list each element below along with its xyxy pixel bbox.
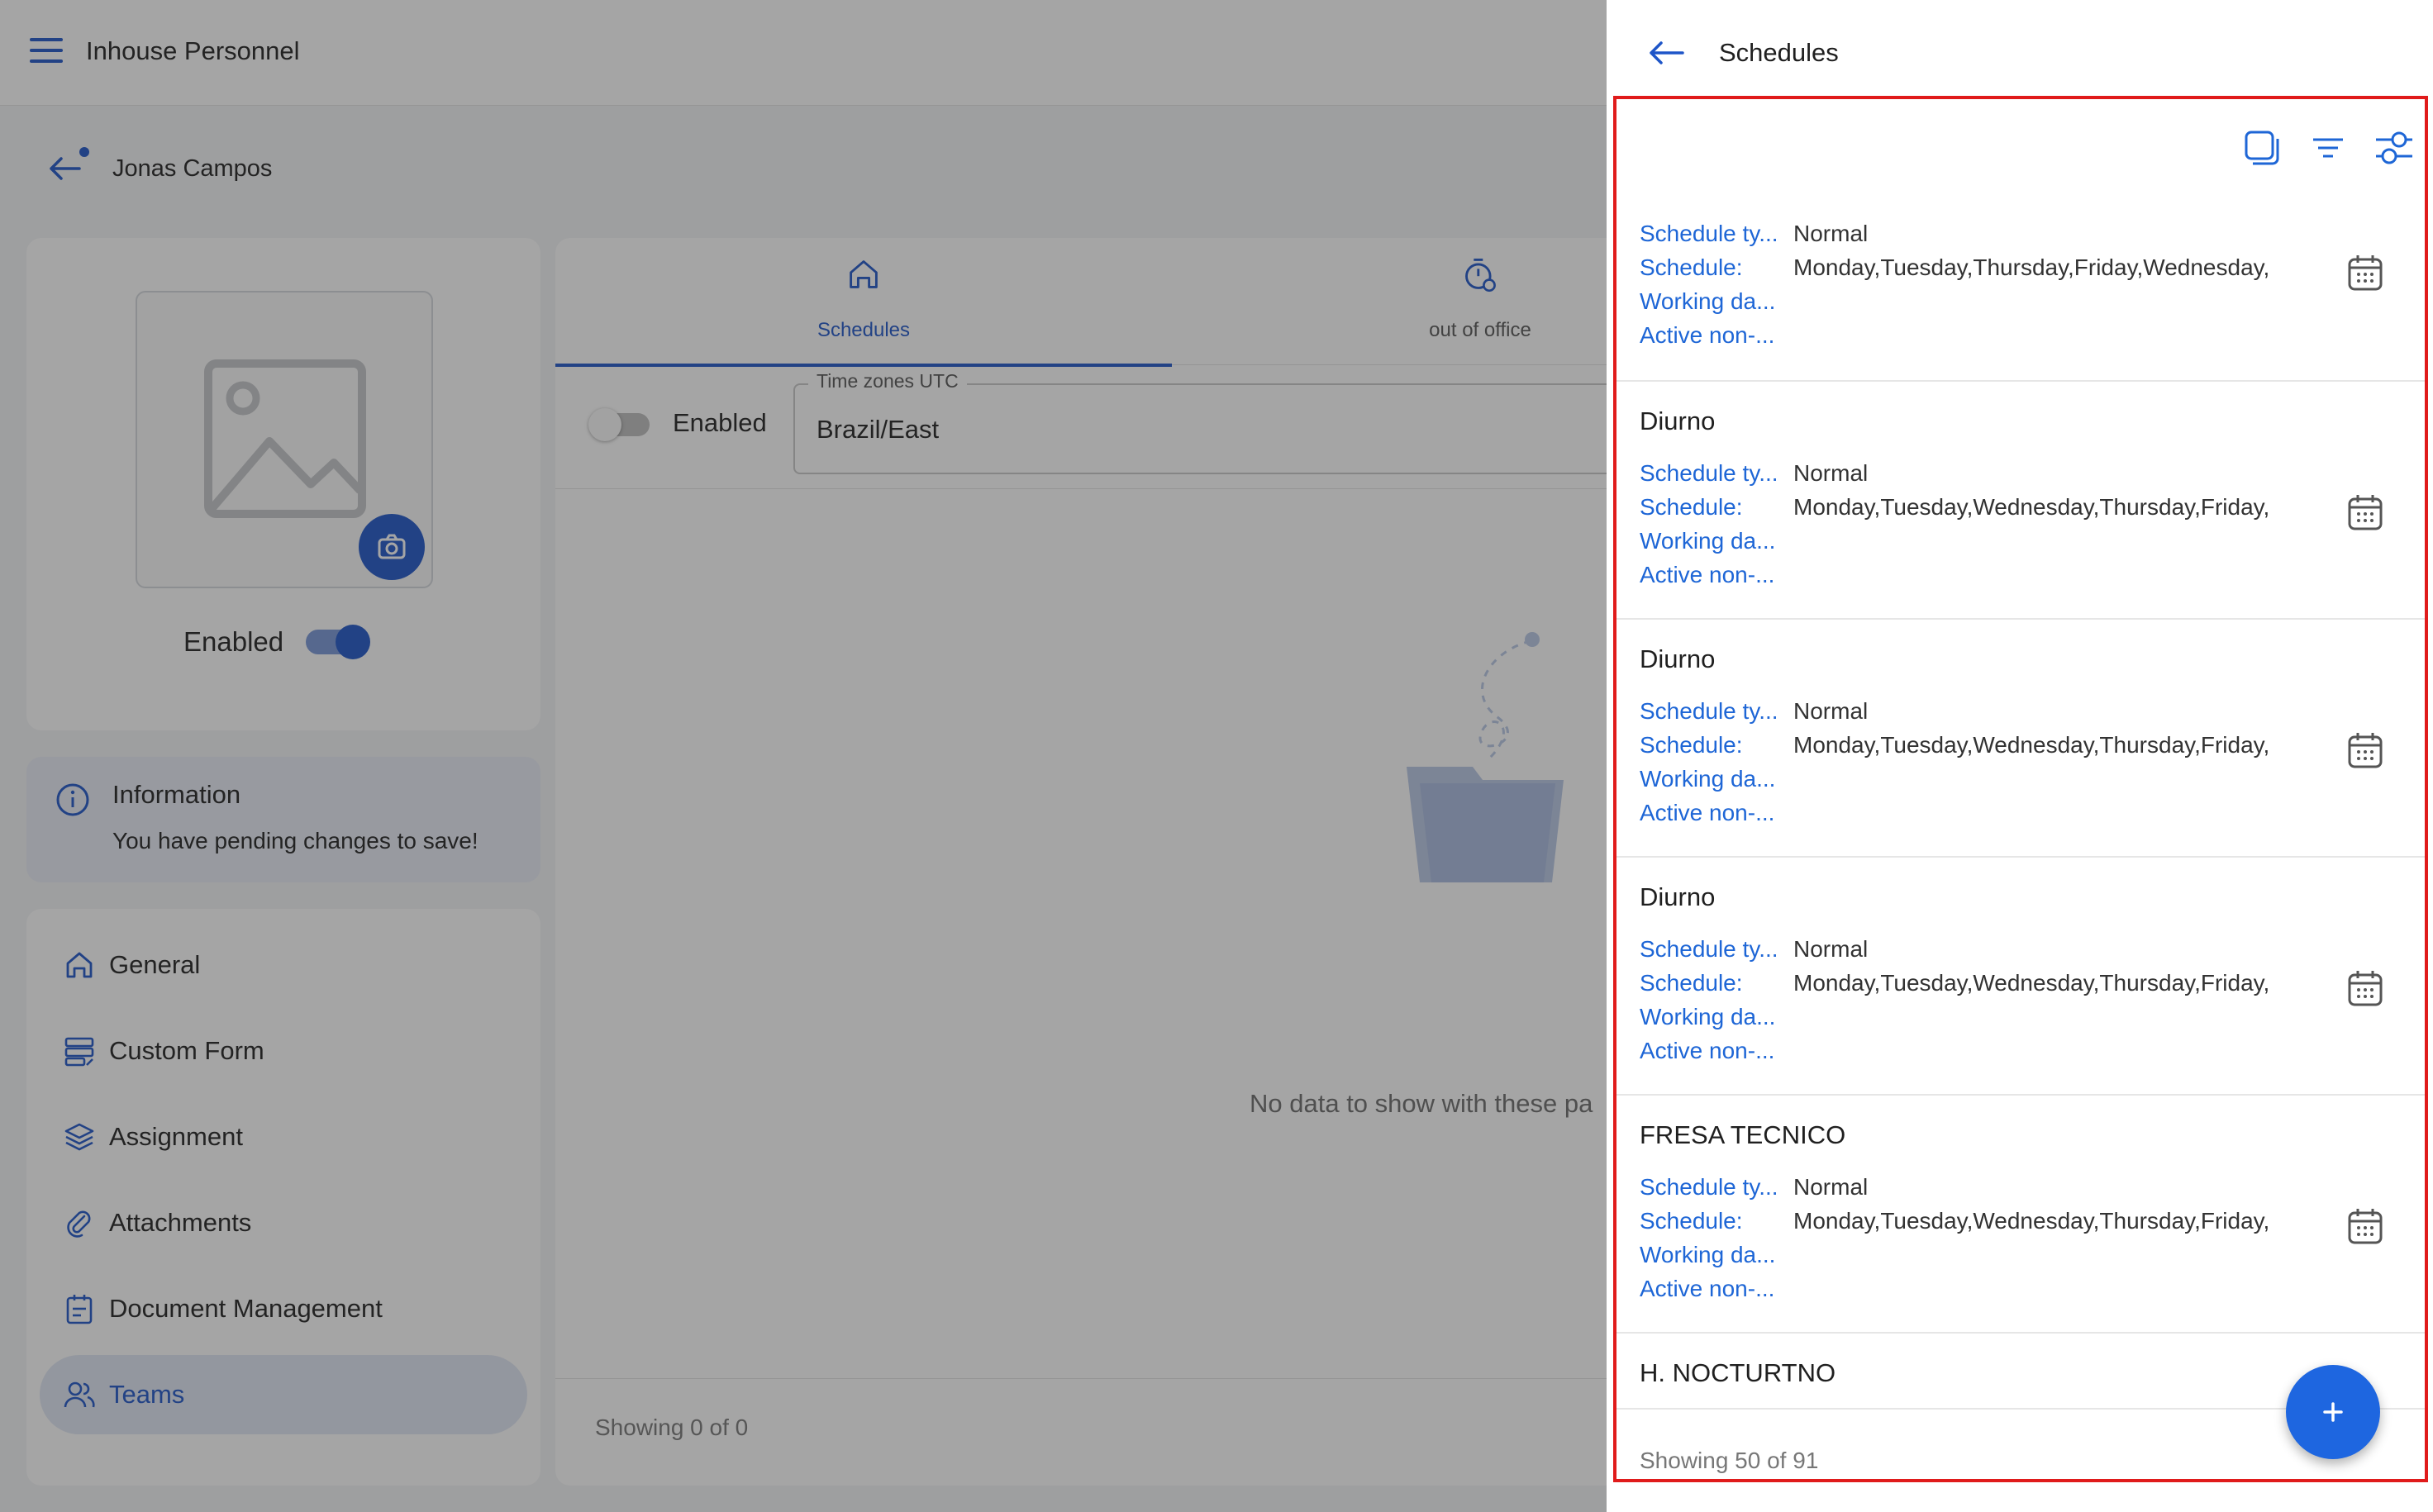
filter-lines-icon — [2313, 138, 2343, 158]
working-days-label: Working da... — [1640, 1003, 1776, 1029]
schedule-name: FRESA TECNICO — [1640, 1120, 1846, 1149]
schedule-list-item[interactable]: Schedule ty... Normal Schedule: Monday,Tue… — [1616, 198, 2425, 382]
schedules-panel: Schedule ty... Normal Schedule: Monday,Tue… — [1613, 96, 2428, 1482]
add-schedule-button[interactable] — [2286, 1365, 2380, 1459]
modal-backdrop[interactable] — [0, 0, 1607, 1512]
schedule-list-item[interactable]: Diurno Schedule ty... Normal Schedule: Mon… — [1616, 620, 2425, 858]
drawer-header: Schedules — [1607, 0, 2433, 104]
back-arrow-icon[interactable] — [1646, 36, 1686, 69]
active-non-label: Active non-... — [1640, 1275, 1775, 1301]
adjust-settings-button[interactable] — [2373, 127, 2415, 169]
active-non-label: Active non-... — [1640, 1037, 1775, 1063]
working-days-label: Working da... — [1640, 765, 1776, 792]
active-non-label: Active non-... — [1640, 321, 1775, 348]
calendar-icon[interactable] — [2345, 1206, 2385, 1246]
schedule-type-value: Normal — [1793, 459, 1869, 486]
schedule-name: Diurno — [1640, 644, 1716, 673]
schedule-type-value: Normal — [1793, 935, 1869, 962]
schedule-days-value: Monday,Tuesday,Thursday,Friday,Wednesday… — [1793, 254, 2270, 280]
schedule-list-item[interactable]: FRESA TECNICO Schedule ty... Normal Sched… — [1616, 1096, 2425, 1334]
plus-icon — [2323, 1402, 2343, 1422]
schedule-list-item[interactable]: Diurno Schedule ty... Normal Schedule: Mon… — [1616, 382, 2425, 620]
schedule-type-label: Schedule ty... — [1640, 697, 1778, 724]
schedule-label: Schedule: — [1640, 1207, 1743, 1234]
active-non-label: Active non-... — [1640, 561, 1775, 587]
schedule-days-value: Monday,Tuesday,Wednesday,Thursday,Friday… — [1793, 1207, 2270, 1234]
drawer-pagination-text: Showing 50 of 91 — [1640, 1448, 1819, 1473]
working-days-label: Working da... — [1640, 527, 1776, 554]
schedule-name: Diurno — [1640, 882, 1716, 911]
working-days-label: Working da... — [1640, 1241, 1776, 1267]
working-days-label: Working da... — [1640, 288, 1776, 314]
schedule-type-label: Schedule ty... — [1640, 1173, 1778, 1200]
schedule-days-value: Monday,Tuesday,Wednesday,Thursday,Friday… — [1793, 493, 2270, 520]
drawer-title: Schedules — [1719, 38, 1839, 67]
schedule-days-value: Monday,Tuesday,Wednesday,Thursday,Friday… — [1793, 731, 2270, 758]
schedule-list: Schedule ty... Normal Schedule: Monday,Tue… — [1616, 198, 2425, 1408]
schedule-days-value: Monday,Tuesday,Wednesday,Thursday,Friday… — [1793, 969, 2270, 996]
calendar-icon[interactable] — [2345, 492, 2385, 532]
schedule-label: Schedule: — [1640, 493, 1743, 520]
drawer-toolbar — [1616, 99, 2425, 198]
filter-button[interactable] — [2307, 127, 2349, 169]
schedule-list-item[interactable]: Diurno Schedule ty... Normal Schedule: Mon… — [1616, 858, 2425, 1096]
schedules-drawer: Schedules Schedule ty... Normal Schedule:… — [1607, 0, 2433, 1512]
calendar-icon[interactable] — [2345, 253, 2385, 292]
schedule-type-label: Schedule ty... — [1640, 220, 1778, 246]
schedule-type-value: Normal — [1793, 1173, 1869, 1200]
sliders-icon — [2376, 131, 2412, 164]
schedule-type-value: Normal — [1793, 697, 1869, 724]
schedule-name: H. NOCTURTNO — [1640, 1358, 1836, 1387]
schedule-type-label: Schedule ty... — [1640, 459, 1778, 486]
schedule-label: Schedule: — [1640, 731, 1743, 758]
active-non-label: Active non-... — [1640, 799, 1775, 825]
schedule-type-value: Normal — [1793, 220, 1869, 246]
schedule-type-label: Schedule ty... — [1640, 935, 1778, 962]
schedule-label: Schedule: — [1640, 254, 1743, 280]
checkbox-multiple-icon — [2245, 131, 2279, 165]
calendar-icon[interactable] — [2345, 730, 2385, 770]
schedule-label: Schedule: — [1640, 969, 1743, 996]
schedule-name: Diurno — [1640, 407, 1716, 435]
select-all-button[interactable] — [2241, 127, 2283, 169]
calendar-icon[interactable] — [2345, 968, 2385, 1008]
